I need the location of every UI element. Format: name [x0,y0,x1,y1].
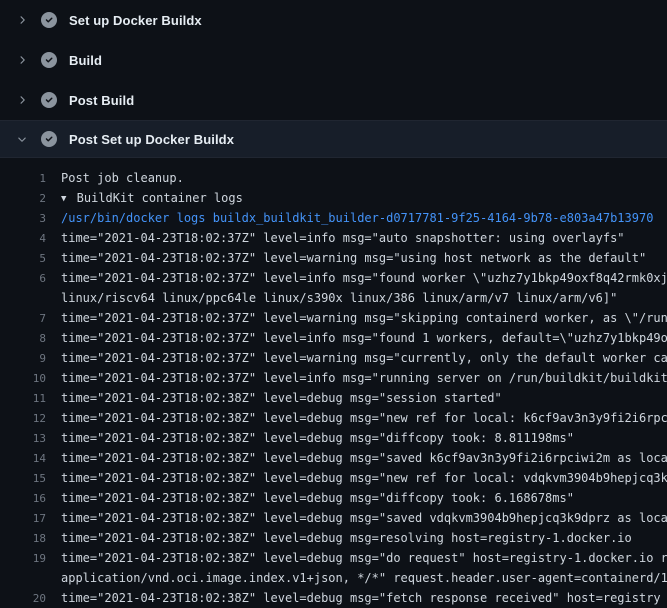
log-row: 19time="2021-04-23T18:02:38Z" level=debu… [0,548,667,568]
log-row: 16time="2021-04-23T18:02:38Z" level=debu… [0,488,667,508]
step-label: Post Set up Docker Buildx [69,132,234,147]
log-text: time="2021-04-23T18:02:37Z" level=warnin… [61,248,646,268]
log-text: time="2021-04-23T18:02:38Z" level=debug … [61,428,574,448]
line-number[interactable]: 19 [0,549,61,568]
line-number[interactable]: 12 [0,409,61,428]
log-text: time="2021-04-23T18:02:38Z" level=debug … [61,408,667,428]
log-text: time="2021-04-23T18:02:38Z" level=debug … [61,388,502,408]
log-row: 20time="2021-04-23T18:02:38Z" level=debu… [0,588,667,608]
log-text: time="2021-04-23T18:02:37Z" level=info m… [61,228,625,248]
log-row: 5time="2021-04-23T18:02:37Z" level=warni… [0,248,667,268]
chevron-right-icon [14,92,30,108]
chevron-right-icon [14,52,30,68]
line-number[interactable]: 1 [0,169,61,188]
log-group-row: 2▼ BuildKit container logs [0,188,667,208]
line-number[interactable]: 11 [0,389,61,408]
step-header-set-up-docker-buildx[interactable]: Set up Docker Buildx [0,0,667,40]
log-text: time="2021-04-23T18:02:37Z" level=warnin… [61,308,667,328]
step-header-post-build[interactable]: Post Build [0,80,667,120]
line-number[interactable]: 9 [0,349,61,368]
log-text: time="2021-04-23T18:02:38Z" level=debug … [61,588,661,608]
log-text: time="2021-04-23T18:02:38Z" level=debug … [61,548,667,568]
log-text: time="2021-04-23T18:02:37Z" level=info m… [61,268,667,288]
log-area: 1Post job cleanup.2▼ BuildKit container … [0,158,667,608]
log-row: 17time="2021-04-23T18:02:38Z" level=debu… [0,508,667,528]
line-number[interactable]: 20 [0,589,61,608]
log-row: 8time="2021-04-23T18:02:37Z" level=info … [0,328,667,348]
line-number[interactable]: 6 [0,269,61,288]
log-row: 13time="2021-04-23T18:02:38Z" level=debu… [0,428,667,448]
check-circle-icon [41,52,57,68]
chevron-down-icon [14,131,30,147]
log-row: 14time="2021-04-23T18:02:38Z" level=debu… [0,448,667,468]
check-circle-icon [41,92,57,108]
log-row: 10time="2021-04-23T18:02:37Z" level=info… [0,368,667,388]
line-number[interactable]: 14 [0,449,61,468]
log-row: 6time="2021-04-23T18:02:37Z" level=info … [0,268,667,288]
line-number[interactable]: 13 [0,429,61,448]
line-number[interactable]: 8 [0,329,61,348]
line-number[interactable]: 16 [0,489,61,508]
actions-log-viewer: Set up Docker Buildx Build Post Build Post … [0,0,667,608]
step-header-build[interactable]: Build [0,40,667,80]
log-row: 1Post job cleanup. [0,168,667,188]
log-row: 11time="2021-04-23T18:02:38Z" level=debu… [0,388,667,408]
log-text: time="2021-04-23T18:02:38Z" level=debug … [61,508,667,528]
line-number[interactable]: 10 [0,369,61,388]
log-row: 12time="2021-04-23T18:02:38Z" level=debu… [0,408,667,428]
log-text: linux/riscv64 linux/ppc64le linux/s390x … [61,288,617,308]
log-text: time="2021-04-23T18:02:38Z" level=debug … [61,528,632,548]
log-wrap-row: application/vnd.oci.image.index.v1+json,… [0,568,667,588]
log-row: 7time="2021-04-23T18:02:37Z" level=warni… [0,308,667,328]
line-number[interactable]: 5 [0,249,61,268]
line-number[interactable]: 17 [0,509,61,528]
line-number[interactable]: 3 [0,209,61,228]
triangle-down-icon[interactable]: ▼ [61,189,66,208]
log-text: Post job cleanup. [61,168,184,188]
line-number[interactable]: 2 [0,189,61,208]
step-label: Build [69,53,102,68]
line-number[interactable]: 18 [0,529,61,548]
check-circle-icon [41,12,57,28]
step-label: Post Build [69,93,134,108]
log-text: time="2021-04-23T18:02:37Z" level=warnin… [61,348,667,368]
line-number[interactable]: 7 [0,309,61,328]
log-row: 15time="2021-04-23T18:02:38Z" level=debu… [0,468,667,488]
log-row: 18time="2021-04-23T18:02:38Z" level=debu… [0,528,667,548]
log-text: time="2021-04-23T18:02:38Z" level=debug … [61,448,667,468]
step-label: Set up Docker Buildx [69,13,202,28]
log-text: time="2021-04-23T18:02:38Z" level=debug … [61,468,667,488]
line-number[interactable]: 4 [0,229,61,248]
log-text: /usr/bin/docker logs buildx_buildkit_bui… [61,208,653,228]
log-wrap-row: linux/riscv64 linux/ppc64le linux/s390x … [0,288,667,308]
check-circle-icon [41,131,57,147]
log-text: time="2021-04-23T18:02:37Z" level=info m… [61,328,667,348]
log-text: application/vnd.oci.image.index.v1+json,… [61,568,667,588]
line-number[interactable]: 15 [0,469,61,488]
log-text: ▼ BuildKit container logs [61,188,243,208]
log-row: 9time="2021-04-23T18:02:37Z" level=warni… [0,348,667,368]
chevron-right-icon [14,12,30,28]
log-text: time="2021-04-23T18:02:37Z" level=info m… [61,368,667,388]
step-header-post-set-up-docker-buildx[interactable]: Post Set up Docker Buildx [0,120,667,158]
log-row: 4time="2021-04-23T18:02:37Z" level=info … [0,228,667,248]
steps-list: Set up Docker Buildx Build Post Build Post … [0,0,667,158]
log-command-row: 3/usr/bin/docker logs buildx_buildkit_bu… [0,208,667,228]
log-text: time="2021-04-23T18:02:38Z" level=debug … [61,488,574,508]
